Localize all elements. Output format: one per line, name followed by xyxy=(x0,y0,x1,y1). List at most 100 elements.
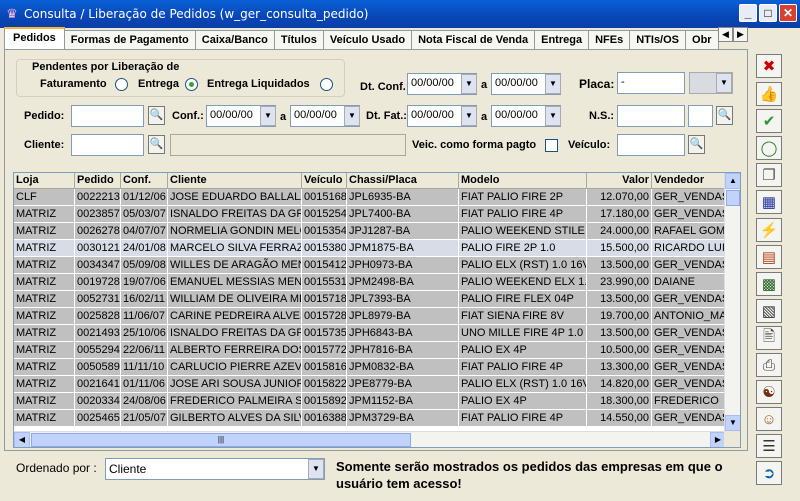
tab-entrega[interactable]: Entrega xyxy=(534,30,590,49)
tab-veiculo-usado[interactable]: Veículo Usado xyxy=(322,30,413,49)
table-cell: 0023857 xyxy=(75,206,121,223)
placa-dropdown-icon[interactable]: ▼ xyxy=(716,73,732,93)
faturamento-radio[interactable] xyxy=(115,78,128,91)
table-cell: GER_VENDAS xyxy=(652,291,726,308)
conf-to-dropdown-icon[interactable]: ▼ xyxy=(344,106,360,126)
table-row[interactable]: MATRIZ 0019728 19/07/06 EMANUEL MESSIAS MEN… xyxy=(14,274,726,291)
table-cell: GER_VENDAS xyxy=(652,325,726,342)
tab-scroll-right-icon[interactable]: ▶ xyxy=(733,27,748,42)
pedido-field[interactable] xyxy=(71,105,144,127)
table-cell: GER_VENDAS xyxy=(652,342,726,359)
money-bag-icon[interactable]: ◯ xyxy=(756,136,782,160)
ordenado-select[interactable]: Cliente xyxy=(105,458,325,480)
table-cell: 18.300,00 xyxy=(587,393,652,410)
scroll-left-icon[interactable]: ◀ xyxy=(14,432,30,447)
table-row[interactable]: MATRIZ 0052731 16/02/11 WILLIAM DE OLIVEIRA… xyxy=(14,291,726,308)
conf-from-dropdown-icon[interactable]: ▼ xyxy=(260,106,276,126)
grid-icon[interactable]: ▦ xyxy=(756,190,782,214)
grid-header-cell[interactable]: Cliente xyxy=(168,173,302,189)
ns-field-2[interactable] xyxy=(688,105,713,127)
scroll-down-icon[interactable]: ▼ xyxy=(725,415,740,431)
dt-conf-to-dropdown-icon[interactable]: ▼ xyxy=(545,74,561,94)
dt-fat-to-dropdown-icon[interactable]: ▼ xyxy=(545,106,561,126)
placa-field[interactable]: - xyxy=(617,72,685,94)
tab-ntis-os[interactable]: NTIs/OS xyxy=(629,30,687,49)
close-button[interactable]: ✕ xyxy=(779,4,797,22)
grid-header-cell[interactable]: Valor xyxy=(587,173,652,189)
table-cell: ANTONIO_MAR xyxy=(652,308,726,325)
person-doc-icon[interactable]: ☯ xyxy=(756,380,782,404)
tab-nfes[interactable]: NFEs xyxy=(588,30,631,49)
list-icon[interactable]: ☰ xyxy=(756,434,782,458)
grid-header-cell[interactable]: Loja xyxy=(14,173,75,189)
pedido-search-icon[interactable]: 🔍 xyxy=(148,106,165,125)
grid-header-cell[interactable]: Modelo xyxy=(459,173,587,189)
veic-pagto-checkbox[interactable] xyxy=(545,139,558,152)
table-row[interactable]: MATRIZ 0021641 01/11/06 JOSE ARI SOUSA JUNI… xyxy=(14,376,726,393)
close-x-icon[interactable]: ✖ xyxy=(756,54,782,78)
vertical-scrollbar[interactable]: ▲ ▼ xyxy=(724,173,740,431)
veiculo-search-icon[interactable]: 🔍 xyxy=(688,135,705,154)
tab-nota-fiscal-venda[interactable]: Nota Fiscal de Venda xyxy=(411,30,536,49)
cliente-field[interactable] xyxy=(71,134,144,156)
horizontal-scroll-thumb[interactable]: ||| xyxy=(31,433,411,447)
ordenado-dropdown-icon[interactable]: ▼ xyxy=(308,459,324,479)
grid-header-cell[interactable]: Veículo xyxy=(302,173,347,189)
dt-fat-from-dropdown-icon[interactable]: ▼ xyxy=(461,106,477,126)
table-cell: FIAT PALIO FIRE 4P xyxy=(459,410,587,427)
dt-conf-from-dropdown-icon[interactable]: ▼ xyxy=(461,74,477,94)
table-row[interactable]: CLF 0022213 01/12/06 JOSE EDUARDO BALLALA 00… xyxy=(14,189,726,206)
table-row[interactable]: MATRIZ 0021493 25/10/06 ISNALDO FREITAS DA … xyxy=(14,325,726,342)
table-row[interactable]: MATRIZ 0034347 05/09/08 WILLES DE ARAGÃO ME… xyxy=(14,257,726,274)
minimize-button[interactable]: _ xyxy=(739,4,757,22)
table-row[interactable]: MATRIZ 0050589 11/11/10 CARLUCIO PIERRE AZE… xyxy=(14,359,726,376)
table-row[interactable]: MATRIZ 0020334 24/08/06 FREDERICO PALMEIRA … xyxy=(14,393,726,410)
tab-formas-pagamento[interactable]: Formas de Pagamento xyxy=(63,30,196,49)
table-row[interactable]: MATRIZ 0026278 04/07/07 NORMELIA GONDIN MEL… xyxy=(14,223,726,240)
table-row[interactable]: MATRIZ 0025828 11/06/07 CARINE PEDREIRA ALV… xyxy=(14,308,726,325)
vertical-scroll-thumb[interactable] xyxy=(726,190,740,206)
runner-icon[interactable]: ⚡ xyxy=(756,218,782,242)
tab-scroll-left-icon[interactable]: ◀ xyxy=(718,27,733,42)
check-icon[interactable]: ✔ xyxy=(756,109,782,133)
tab-bar: Pedidos Formas de Pagamento Caixa/Banco … xyxy=(4,27,750,49)
grid-header-cell[interactable]: Chassi/Placa xyxy=(347,173,459,189)
pedidos-panel: Pendentes por Liberação de Faturamento E… xyxy=(4,49,748,451)
print-icon[interactable]: ⎙ xyxy=(756,353,782,377)
table-edit-icon[interactable]: ▩ xyxy=(756,272,782,296)
table-row[interactable]: MATRIZ 0023857 05/03/07 ISNALDO FREITAS DA … xyxy=(14,206,726,223)
table-cell: CARINE PEDREIRA ALVES M xyxy=(168,308,302,325)
tab-caixa-banco[interactable]: Caixa/Banco xyxy=(194,30,275,49)
scroll-up-icon[interactable]: ▲ xyxy=(725,173,740,189)
report-icon[interactable]: ▤ xyxy=(756,245,782,269)
exit-icon[interactable]: ➲ xyxy=(756,461,782,485)
thumbs-up-icon[interactable]: 👍 xyxy=(756,82,782,106)
table-cell: 14.550,00 xyxy=(587,410,652,427)
maximize-button[interactable]: □ xyxy=(759,4,777,22)
table-row[interactable]: MATRIZ 0025465 21/05/07 GILBERTO ALVES DA S… xyxy=(14,410,726,427)
people-doc-icon[interactable]: ☺ xyxy=(756,407,782,431)
tab-obr[interactable]: Obr xyxy=(685,30,719,49)
table-row[interactable]: MATRIZ 0030121 24/01/08 MARCELO SILVA FERRA… xyxy=(14,240,726,257)
grid-header-cell[interactable]: Pedido xyxy=(75,173,121,189)
horizontal-scrollbar[interactable]: ◀ ||| ▶ xyxy=(14,431,726,447)
calculator-icon[interactable]: ▧ xyxy=(756,299,782,323)
cliente-search-icon[interactable]: 🔍 xyxy=(148,135,165,154)
table-row[interactable]: MATRIZ 0055294 22/06/11 ALBERTO FERREIRA DO… xyxy=(14,342,726,359)
bottom-bar: Ordenado por : Cliente ▼ Somente serão m… xyxy=(0,452,750,501)
table-cell: GILBERTO ALVES DA SILVA xyxy=(168,410,302,427)
ns-field[interactable] xyxy=(617,105,685,127)
veiculo-field[interactable] xyxy=(617,134,685,156)
table-cell: JOSE EDUARDO BALLALA xyxy=(168,189,302,206)
table-cell: PALIO EX 4P xyxy=(459,393,587,410)
entrega-liquidados-radio[interactable] xyxy=(320,78,333,91)
table-cell: MATRIZ xyxy=(14,274,75,291)
tab-pedidos[interactable]: Pedidos xyxy=(4,27,65,49)
grid-header-cell[interactable]: Vendedor xyxy=(652,173,726,189)
tab-titulos[interactable]: Títulos xyxy=(273,30,324,49)
ns-search-icon[interactable]: 🔍 xyxy=(716,106,733,125)
grid-header-cell[interactable]: Conf. xyxy=(121,173,168,189)
entrega-radio[interactable] xyxy=(185,78,198,91)
preview-icon[interactable]: 🖹 xyxy=(756,326,782,350)
copy-icon[interactable]: ❐ xyxy=(756,163,782,187)
